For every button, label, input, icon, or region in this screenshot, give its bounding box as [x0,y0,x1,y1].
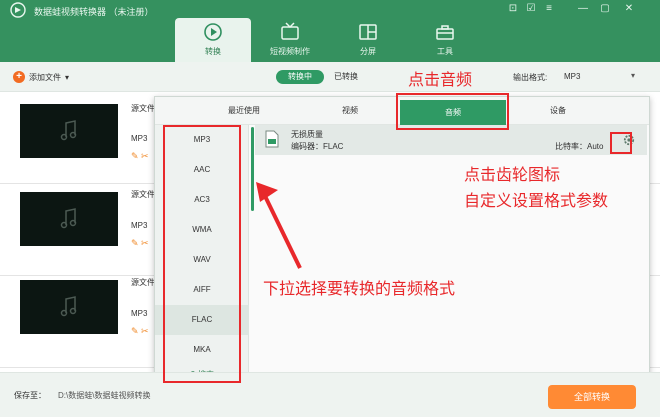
bitrate-label: 比特率：Auto [555,142,604,151]
output-format-select[interactable]: MP3 [564,72,580,81]
save-path-field[interactable]: D:\数据蛙\数据蛙视频转换 [58,390,150,401]
annotation-box-audio-tab [396,93,509,130]
file-format: MP3 [131,221,148,230]
output-format-label: 输出格式: [513,73,548,82]
minimize-icon[interactable]: — [576,2,590,16]
maximize-icon[interactable]: ▢ [598,2,612,16]
convert-status-switch: 转换中 已转换 [276,70,368,84]
annotation-dropdown-select: 下拉选择要转换的音频格式 [263,279,456,298]
tab-tools[interactable]: 工具 [405,18,485,62]
tv-icon [281,22,299,40]
music-note-icon [60,296,77,317]
convert-all-button[interactable]: 全部转换 [548,385,636,409]
edit-icon[interactable]: ✎ ✂ [131,326,149,337]
tab-short-video-label: 短视频制作 [270,47,310,56]
annotation-click-gear: 点击齿轮图标 [464,165,561,184]
tab-convert[interactable]: 转换 [175,18,251,62]
tab-short-video[interactable]: 短视频制作 [250,18,330,62]
add-file-label: 添加文件 [29,72,61,82]
tab-split[interactable]: 分屏 [328,18,408,62]
cart-icon[interactable]: ⊡ [506,2,520,16]
title-bar: 数据蛙视频转换器 （未注册） ⊡ ☑ ≡ — ▢ ✕ 转换 短视频制作 分屏 工 [0,0,660,62]
source-file-label: 源文件 [131,190,155,199]
app-window: { "window": { "title": "数据蛙视频转换器 （未注册）",… [0,0,660,417]
quality-name: 无损质量 [291,130,323,139]
converted-tab[interactable]: 已转换 [324,70,368,84]
audio-file-icon [265,130,279,148]
split-screen-icon [359,24,377,40]
music-note-icon [60,208,77,229]
add-file-button[interactable]: + 添加文件 ▾ [13,70,69,84]
source-file-label: 源文件 [131,278,155,287]
encoder-label: 编码器：FLAC [291,142,344,151]
plus-icon: + [13,71,25,83]
tab-convert-label: 转换 [205,47,221,56]
annotation-click-audio: 点击音频 [408,70,473,89]
tab-recent[interactable]: 最近使用 [199,97,289,125]
annotation-box-format-list [163,125,241,383]
tab-video[interactable]: 视频 [305,97,395,125]
convert-icon [204,23,222,41]
converting-tab[interactable]: 转换中 [276,70,324,84]
source-file-label: 源文件 [131,104,155,113]
file-format: MP3 [131,134,148,143]
edit-icon[interactable]: ✎ ✂ [131,151,149,162]
tab-tools-label: 工具 [437,47,453,56]
bottom-bar: 保存至： D:\数据蛙\数据蛙视频转换 全部转换 [0,372,660,417]
tab-split-label: 分屏 [360,47,376,56]
annotation-box-gear [610,132,632,154]
music-note-icon [60,120,77,141]
save-to-label: 保存至： [14,391,46,400]
annotation-arrow-icon [256,182,302,269]
app-logo-icon [10,2,26,18]
toolbar: + 添加文件 ▾ 转换中 已转换 输出格式: MP3 ▾ [0,62,660,92]
toolbox-icon [436,25,454,40]
close-icon[interactable]: ✕ [622,2,636,16]
annotation-custom-params: 自定义设置格式参数 [464,191,609,210]
video-thumbnail [20,104,118,158]
file-format: MP3 [131,309,148,318]
tab-device[interactable]: 设备 [513,97,603,125]
chevron-down-icon[interactable]: ▾ [631,71,635,80]
video-thumbnail [20,192,118,246]
window-title: 数据蛙视频转换器 （未注册） [34,7,154,17]
register-icon[interactable]: ☑ [524,2,538,16]
edit-icon[interactable]: ✎ ✂ [131,238,149,249]
video-thumbnail [20,280,118,334]
chevron-down-icon: ▾ [65,72,70,82]
menu-icon[interactable]: ≡ [542,2,556,16]
